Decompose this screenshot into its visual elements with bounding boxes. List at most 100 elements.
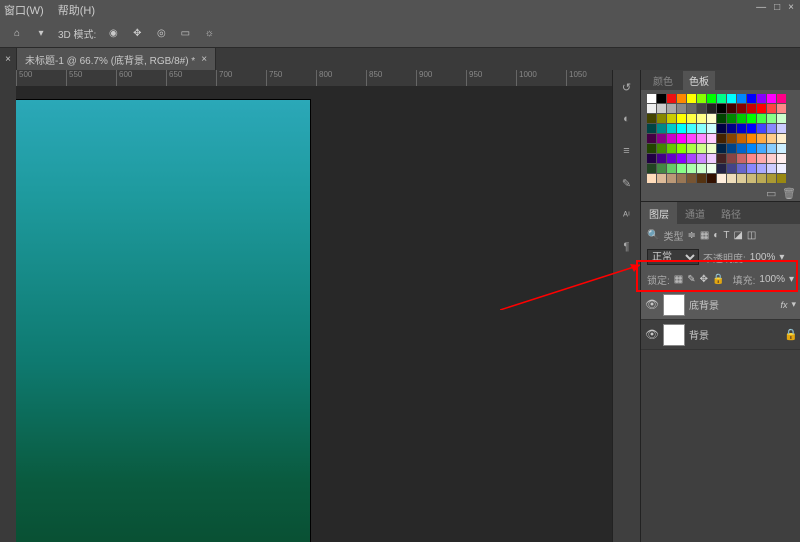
color-swatch[interactable] bbox=[737, 94, 746, 103]
color-swatch[interactable] bbox=[757, 124, 766, 133]
lock-trans-icon[interactable]: ▦ bbox=[674, 274, 683, 285]
tab-previous[interactable]: × bbox=[0, 48, 17, 70]
color-swatch[interactable] bbox=[717, 154, 726, 163]
menu-window[interactable]: 窗口(W) bbox=[4, 2, 44, 18]
color-swatch[interactable] bbox=[747, 154, 756, 163]
char-icon[interactable]: ᴬⁱ bbox=[618, 206, 636, 224]
color-swatch[interactable] bbox=[737, 124, 746, 133]
fx-badge[interactable]: fx bbox=[780, 300, 787, 310]
color-swatch[interactable] bbox=[747, 164, 756, 173]
new-swatch-icon[interactable]: ▭ bbox=[766, 187, 778, 199]
light-icon[interactable]: ☼ bbox=[202, 27, 216, 41]
color-swatch[interactable] bbox=[647, 164, 656, 173]
color-swatch[interactable] bbox=[757, 164, 766, 173]
visibility-icon[interactable]: 👁 bbox=[645, 328, 659, 341]
color-swatch[interactable] bbox=[697, 114, 706, 123]
color-swatch[interactable] bbox=[697, 94, 706, 103]
color-swatch[interactable] bbox=[717, 144, 726, 153]
layer-name[interactable]: 底背景 bbox=[689, 297, 776, 312]
color-swatch[interactable] bbox=[687, 124, 696, 133]
color-swatch[interactable] bbox=[747, 114, 756, 123]
color-swatch[interactable] bbox=[707, 124, 716, 133]
color-swatch[interactable] bbox=[677, 114, 686, 123]
zoom-icon[interactable]: ◎ bbox=[154, 27, 168, 41]
color-swatch[interactable] bbox=[727, 104, 736, 113]
lock-all-icon[interactable]: 🔒 bbox=[712, 274, 724, 285]
color-swatch[interactable] bbox=[657, 134, 666, 143]
color-swatch[interactable] bbox=[737, 154, 746, 163]
color-swatch[interactable] bbox=[667, 114, 676, 123]
orbit-icon[interactable]: ◉ bbox=[106, 27, 120, 41]
menu-help[interactable]: 帮助(H) bbox=[58, 2, 95, 18]
color-swatch[interactable] bbox=[687, 104, 696, 113]
color-swatch[interactable] bbox=[727, 124, 736, 133]
color-swatch[interactable] bbox=[757, 154, 766, 163]
layer-thumbnail[interactable] bbox=[663, 294, 685, 316]
color-swatch[interactable] bbox=[687, 154, 696, 163]
color-swatch[interactable] bbox=[657, 164, 666, 173]
color-swatch[interactable] bbox=[697, 144, 706, 153]
color-swatch[interactable] bbox=[777, 144, 786, 153]
color-swatch[interactable] bbox=[657, 94, 666, 103]
properties-icon[interactable]: ≡ bbox=[618, 142, 636, 160]
color-swatch[interactable] bbox=[657, 124, 666, 133]
color-swatch[interactable] bbox=[747, 124, 756, 133]
color-swatch[interactable] bbox=[707, 134, 716, 143]
layer-row[interactable]: 👁背景🔒 bbox=[641, 320, 800, 350]
color-swatch[interactable] bbox=[667, 164, 676, 173]
blend-mode-select[interactable]: 正常 bbox=[647, 249, 699, 265]
color-swatch[interactable] bbox=[697, 124, 706, 133]
color-swatch[interactable] bbox=[767, 174, 776, 183]
filter-smart-icon[interactable]: ◫ bbox=[747, 230, 756, 241]
color-swatch[interactable] bbox=[747, 174, 756, 183]
color-swatch[interactable] bbox=[777, 154, 786, 163]
color-swatch[interactable] bbox=[737, 134, 746, 143]
color-swatch[interactable] bbox=[777, 164, 786, 173]
chevron-down-icon[interactable]: ▾ bbox=[789, 274, 794, 285]
dropdown-icon[interactable]: ▾ bbox=[34, 27, 48, 41]
filter-pixel-icon[interactable]: ▦ bbox=[700, 230, 709, 241]
lock-pos-icon[interactable]: ✥ bbox=[700, 274, 708, 285]
close-tab-icon[interactable]: × bbox=[201, 54, 207, 65]
color-swatch[interactable] bbox=[717, 174, 726, 183]
color-swatch[interactable] bbox=[707, 144, 716, 153]
fill-value[interactable]: 100% bbox=[759, 274, 785, 285]
color-swatch[interactable] bbox=[697, 174, 706, 183]
filter-icon[interactable]: 🔍 bbox=[647, 230, 659, 241]
color-swatch[interactable] bbox=[777, 124, 786, 133]
color-swatch[interactable] bbox=[687, 144, 696, 153]
filter-dropdown-icon[interactable]: ≑ bbox=[687, 230, 695, 241]
color-swatch[interactable] bbox=[687, 114, 696, 123]
color-swatch[interactable] bbox=[727, 114, 736, 123]
document-tab[interactable]: 未标题-1 @ 66.7% (底背景, RGB/8#) * × bbox=[17, 48, 216, 70]
filter-shape-icon[interactable]: ◪ bbox=[733, 230, 742, 241]
color-swatch[interactable] bbox=[767, 164, 776, 173]
color-swatch[interactable] bbox=[767, 154, 776, 163]
tab-color[interactable]: 颜色 bbox=[647, 71, 679, 90]
color-swatch[interactable] bbox=[727, 134, 736, 143]
color-swatch[interactable] bbox=[767, 134, 776, 143]
color-swatch[interactable] bbox=[707, 94, 716, 103]
color-swatch[interactable] bbox=[777, 134, 786, 143]
color-swatch[interactable] bbox=[667, 124, 676, 133]
color-swatch[interactable] bbox=[687, 164, 696, 173]
tab-paths[interactable]: 路径 bbox=[713, 202, 749, 224]
color-swatch[interactable] bbox=[647, 94, 656, 103]
filter-adjust-icon[interactable]: ◐ bbox=[713, 230, 719, 241]
color-swatch[interactable] bbox=[757, 94, 766, 103]
layer-row[interactable]: 👁底背景fx▾ bbox=[641, 290, 800, 320]
tab-channels[interactable]: 通道 bbox=[677, 202, 713, 224]
color-swatch[interactable] bbox=[777, 104, 786, 113]
color-swatch[interactable] bbox=[777, 174, 786, 183]
color-swatch[interactable] bbox=[767, 124, 776, 133]
brush-icon[interactable]: ✎ bbox=[618, 174, 636, 192]
color-swatch[interactable] bbox=[677, 154, 686, 163]
color-swatch[interactable] bbox=[737, 114, 746, 123]
color-swatch[interactable] bbox=[707, 154, 716, 163]
color-swatch[interactable] bbox=[747, 104, 756, 113]
color-swatch[interactable] bbox=[647, 154, 656, 163]
layer-thumbnail[interactable] bbox=[663, 324, 685, 346]
color-swatch[interactable] bbox=[707, 174, 716, 183]
adjust-icon[interactable]: ◐ bbox=[618, 110, 636, 128]
color-swatch[interactable] bbox=[677, 134, 686, 143]
